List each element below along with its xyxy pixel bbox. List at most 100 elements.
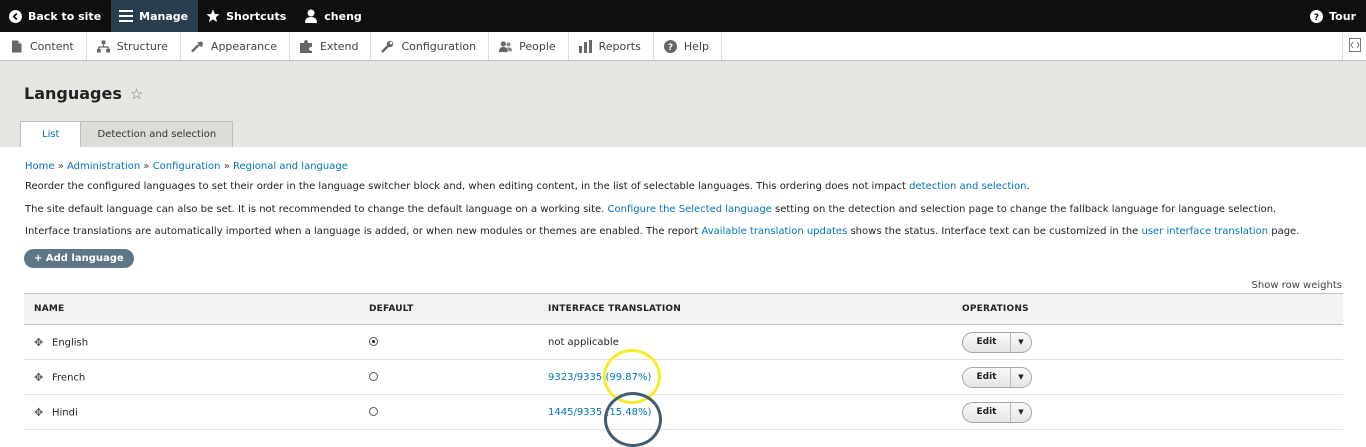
column-header-interface-translation: INTERFACE TRANSLATION (548, 293, 962, 325)
help-text: page. (1268, 226, 1300, 237)
drag-handle-icon[interactable]: ✥ (34, 336, 46, 349)
default-radio[interactable] (369, 337, 378, 346)
help-text: Interface translations are automatically… (25, 226, 702, 237)
available-translation-updates-link[interactable]: Available translation updates (701, 226, 847, 237)
user-interface-translation-link[interactable]: user interface translation (1142, 226, 1269, 237)
tray-item-label: Extend (319, 39, 359, 53)
tab-list[interactable]: List (20, 121, 82, 147)
breadcrumb-home[interactable]: Home (25, 161, 55, 172)
reports-icon (578, 39, 592, 53)
add-language-button[interactable]: + Add language (24, 249, 134, 268)
menu-icon (119, 9, 134, 23)
help-icon: ? (663, 39, 677, 53)
breadcrumb-administration[interactable]: Administration (67, 161, 140, 172)
tray-item-reports[interactable]: Reports (569, 32, 654, 60)
help-text-translations: Interface translations are automatically… (25, 226, 1299, 237)
breadcrumb: Home » Administration » Configuration » … (25, 161, 348, 172)
tray-item-help[interactable]: ? Help (654, 32, 722, 60)
tray-item-appearance[interactable]: Appearance (181, 32, 290, 60)
configure-selected-language-link[interactable]: Configure the Selected language (608, 204, 772, 215)
language-name: French (52, 372, 86, 383)
breadcrumb-regional-and-language[interactable]: Regional and language (233, 161, 348, 172)
help-text-default: The site default language can also be se… (25, 204, 1276, 215)
help-text: shows the status. Interface text can be … (847, 226, 1142, 237)
people-icon (499, 40, 513, 53)
tray-item-content[interactable]: Content (0, 32, 87, 60)
translation-status: not applicable (548, 336, 619, 348)
operations-dropbutton: Edit ▼ (962, 366, 1032, 388)
default-radio[interactable] (369, 372, 378, 381)
table-row: ✥ English not applicable Edit ▼ (24, 324, 1343, 360)
back-to-site-label: Back to site (28, 9, 102, 23)
tray-item-label: Appearance (210, 39, 277, 53)
shortcut-star-icon[interactable]: ☆ (130, 85, 143, 103)
help-text: . (1026, 181, 1030, 192)
tray-item-extend[interactable]: Extend (290, 32, 372, 60)
back-arrow-icon (8, 9, 22, 23)
breadcrumb-configuration[interactable]: Configuration (153, 161, 221, 172)
annotation-circle-blue (604, 392, 662, 447)
tray-item-label: Structure (116, 39, 168, 53)
tray-item-configuration[interactable]: Configuration (371, 32, 490, 60)
configuration-icon (381, 40, 394, 53)
user-tab[interactable]: cheng (296, 0, 372, 32)
dropbutton-toggle-icon[interactable]: ▼ (1011, 333, 1031, 352)
tour-button[interactable]: ? Tour (1301, 0, 1366, 32)
language-name: Hindi (52, 407, 78, 418)
column-header-name: NAME (24, 293, 369, 325)
operations-dropbutton: Edit ▼ (962, 331, 1032, 353)
manage-label: Manage (139, 9, 189, 23)
tray-orientation-toggle[interactable] (1342, 32, 1366, 60)
help-text: The site default language can also be se… (25, 204, 608, 215)
table-row: ✥ French 9323/9335 (99.87%) Edit ▼ (24, 359, 1343, 395)
tray-item-structure[interactable]: Structure (87, 32, 181, 60)
edit-button[interactable]: Edit (963, 402, 1011, 422)
tray-item-label: Configuration (401, 39, 477, 53)
structure-icon (96, 39, 110, 53)
show-row-weights-link[interactable]: Show row weights (1252, 280, 1342, 291)
admin-menu-tray: Content Structure Appearance Extend Conf… (0, 32, 1366, 61)
tray-item-label: Help (683, 39, 709, 53)
table-row: ✥ Hindi 1445/9335 (15.48%) Edit ▼ (24, 394, 1343, 430)
language-name: English (52, 337, 89, 348)
user-icon (304, 9, 318, 23)
tray-item-label: Reports (598, 39, 641, 53)
drag-handle-icon[interactable]: ✥ (34, 406, 46, 419)
languages-table: NAME DEFAULT INTERFACE TRANSLATION OPERA… (24, 293, 1343, 430)
default-radio[interactable] (369, 407, 378, 416)
extend-icon (299, 39, 313, 53)
drag-handle-icon[interactable]: ✥ (34, 371, 46, 384)
back-to-site-link[interactable]: Back to site (0, 0, 111, 32)
page-title: Languages ☆ (24, 84, 143, 103)
tab-detection-and-selection[interactable]: Detection and selection (81, 121, 234, 147)
dropbutton-toggle-icon[interactable]: ▼ (1011, 368, 1031, 387)
table-header-row: NAME DEFAULT INTERFACE TRANSLATION OPERA… (24, 293, 1343, 325)
user-label: cheng (324, 9, 362, 23)
svg-text:?: ? (668, 43, 673, 53)
help-text-ordering: Reorder the configured languages to set … (25, 181, 1030, 192)
content-icon (10, 40, 23, 53)
shortcuts-label: Shortcuts (226, 9, 287, 23)
manage-tab[interactable]: Manage (111, 0, 199, 32)
tray-item-label: Content (30, 39, 74, 53)
star-icon (206, 9, 220, 23)
dropbutton-toggle-icon[interactable]: ▼ (1011, 403, 1031, 422)
tray-item-label: People (519, 39, 556, 53)
question-circle-icon: ? (1309, 9, 1323, 23)
svg-text:?: ? (1314, 13, 1319, 23)
page-title-text: Languages (24, 84, 122, 103)
help-text: setting on the detection and selection p… (771, 204, 1277, 215)
tour-label: Tour (1329, 9, 1356, 23)
column-header-default: DEFAULT (369, 293, 548, 325)
detection-and-selection-link[interactable]: detection and selection (909, 181, 1026, 192)
operations-dropbutton: Edit ▼ (962, 401, 1032, 423)
vertical-toggle-icon (1348, 37, 1361, 55)
admin-toolbar: Back to site Manage Shortcuts cheng ? To… (0, 0, 1366, 32)
edit-button[interactable]: Edit (963, 367, 1011, 387)
help-text: Reorder the configured languages to set … (25, 181, 910, 192)
appearance-icon (191, 40, 204, 53)
shortcuts-tab[interactable]: Shortcuts (198, 0, 296, 32)
column-header-operations: OPERATIONS (962, 293, 1343, 325)
edit-button[interactable]: Edit (963, 332, 1011, 352)
tray-item-people[interactable]: People (489, 32, 569, 60)
